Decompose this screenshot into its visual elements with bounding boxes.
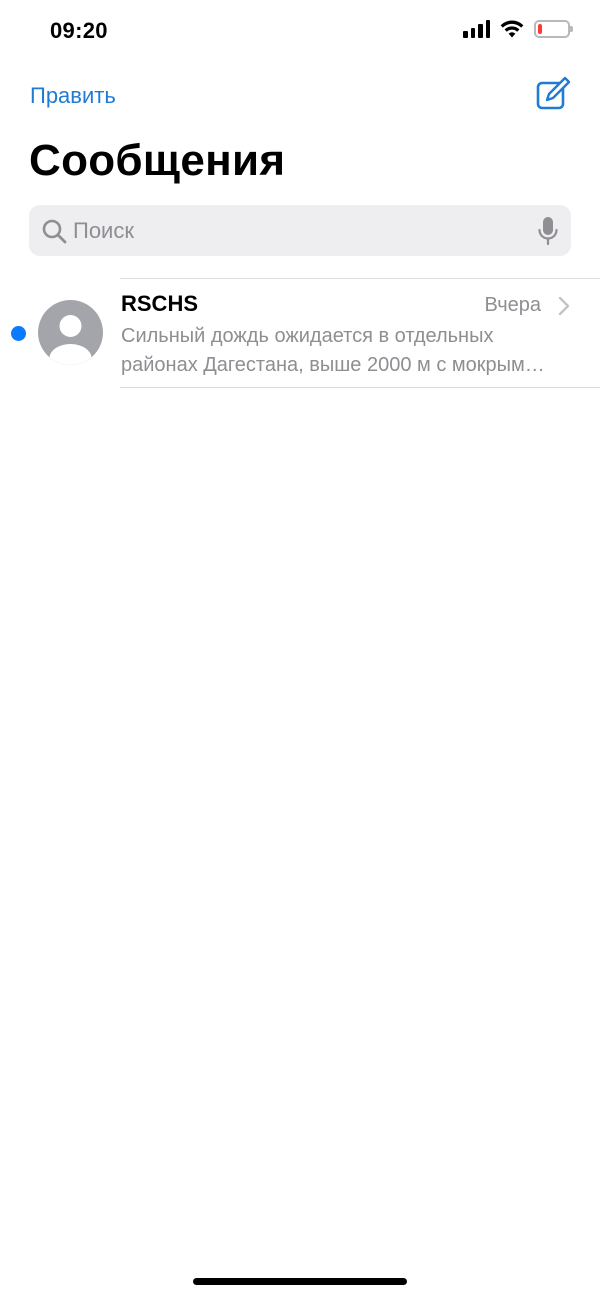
mic-icon[interactable] (537, 216, 559, 246)
unread-indicator (11, 326, 26, 341)
list-divider (120, 387, 600, 388)
avatar (38, 300, 103, 365)
message-preview: Сильный дождь ожидается в отдельных райо… (121, 325, 525, 376)
messages-screen: 09:20 Править Сообщения Поиск RSCHS Вчер… (0, 0, 600, 1298)
search-input[interactable] (73, 217, 537, 244)
battery-level (538, 24, 542, 34)
cellular-signal-icon (463, 20, 490, 38)
search-icon (42, 219, 67, 243)
search-bar[interactable] (29, 205, 571, 256)
compose-icon[interactable] (535, 76, 571, 112)
sender-name: RSCHS (121, 291, 199, 316)
status-icons (463, 20, 573, 38)
edit-button[interactable]: Править (30, 83, 116, 109)
conversation-row[interactable]: RSCHS Вчера Сильный дождь ожидается в от… (0, 279, 600, 387)
status-time: 09:20 (50, 18, 108, 43)
page-title: Сообщения (29, 136, 286, 185)
message-timestamp: Вчера (484, 294, 541, 316)
home-indicator[interactable] (193, 1278, 407, 1285)
battery-icon (534, 20, 573, 38)
chevron-right-icon (558, 296, 570, 316)
wifi-icon (500, 20, 524, 38)
